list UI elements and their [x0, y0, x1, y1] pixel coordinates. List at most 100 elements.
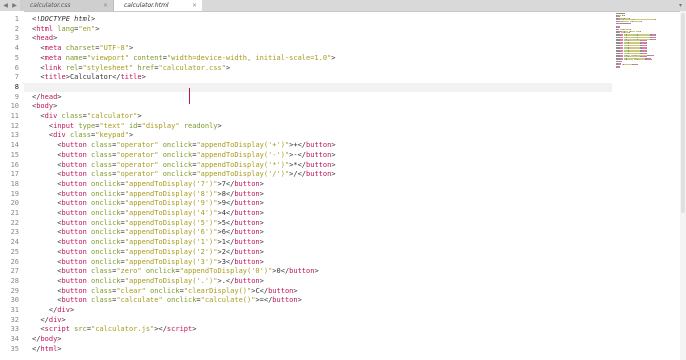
code-token: "text" [99, 121, 125, 130]
code-token: "appendToDisplay('0')" [179, 267, 273, 276]
line-number: 15 [10, 150, 19, 159]
code-token: > [259, 257, 264, 266]
scrollbar-thumb[interactable] [681, 13, 685, 213]
code-line[interactable]: <title>Calculator</title> [32, 73, 145, 83]
close-icon[interactable]: × [192, 0, 197, 11]
code-token: meta [44, 53, 62, 62]
line-number: 9 [14, 92, 19, 101]
code-line[interactable]: <button class="calculate" onclick="calcu… [32, 296, 302, 306]
line-number: 8 [14, 82, 19, 91]
code-line[interactable]: <button class="operator" onclick="append… [32, 150, 335, 161]
code-token: onclick [91, 238, 121, 247]
code-token: button [234, 199, 260, 208]
code-token: class [91, 296, 113, 305]
code-token: onclick [91, 228, 121, 237]
code-line[interactable]: <button class="zero" onclick="appendToDi… [32, 267, 319, 277]
code-line[interactable]: <html lang="en"> [32, 25, 99, 35]
code-line[interactable]: <!DOCTYPE html> [32, 15, 95, 25]
code-token: > [297, 296, 302, 305]
close-icon[interactable]: × [103, 0, 108, 11]
minimap-mark [641, 21, 642, 22]
code-token: < [32, 267, 62, 276]
code-token: "appendToDisplay('1')" [124, 238, 218, 247]
code-line[interactable]: <button onclick="appendToDisplay('8')">8… [32, 190, 264, 200]
code-line[interactable]: <meta name="viewport" content="width=dev… [32, 53, 336, 64]
code-line[interactable]: <div class="keypad"> [32, 131, 133, 141]
minimap-mark [655, 38, 656, 40]
minimap[interactable] [612, 11, 686, 71]
code-token: link [44, 63, 62, 72]
code-line[interactable]: <button onclick="appendToDisplay('3')">3… [32, 258, 264, 268]
code-line[interactable]: </div> [32, 306, 74, 316]
line-number: 33 [10, 325, 19, 334]
code-line[interactable]: </div> [32, 316, 65, 326]
code-line[interactable]: <button onclick="appendToDisplay('4')">4… [32, 209, 264, 219]
code-line[interactable]: <button onclick="appendToDisplay('.')">.… [32, 277, 264, 287]
code-line[interactable]: <script src="calculator.js"></script> [32, 325, 196, 335]
line-number: 19 [10, 189, 19, 198]
code-line[interactable]: <button onclick="appendToDisplay('5')">5… [32, 219, 264, 229]
code-line[interactable]: </html> [32, 345, 62, 355]
code-line[interactable]: <button class="operator" onclick="append… [32, 160, 335, 171]
code-line[interactable]: <div class="calculator"> [32, 112, 141, 122]
code-line[interactable]: <button class="clear" onclick="clearDisp… [32, 287, 297, 297]
code-token: >8</ [217, 189, 235, 198]
code-token: < [32, 112, 45, 120]
vertical-scrollbar[interactable] [680, 11, 686, 360]
code-token: button [61, 179, 87, 188]
code-token: DOCTYPE html [40, 15, 92, 23]
code-token: div [53, 131, 66, 140]
code-line[interactable]: <button onclick="appendToDisplay('9')">9… [32, 199, 264, 209]
code-line[interactable]: </head> [32, 93, 62, 103]
forward-arrow-icon[interactable]: ▶ [11, 1, 18, 10]
code-token: >Calculator</ [65, 73, 121, 82]
code-token: readonly [183, 121, 218, 130]
code-token: onclick [162, 160, 193, 169]
code-token: class [91, 267, 113, 276]
code-line[interactable]: <button onclick="appendToDisplay('7')">7… [32, 180, 264, 190]
line-number: 10 [10, 102, 19, 111]
line-number: 27 [10, 267, 19, 276]
code-token: onclick [145, 267, 176, 276]
tab-dropdown-icon[interactable]: ▾ [679, 0, 682, 11]
code-token: < [32, 44, 45, 53]
code-line[interactable]: <body> [32, 102, 57, 112]
code-token: < [32, 131, 54, 140]
minimap-mark [652, 54, 654, 56]
line-number: 21 [10, 209, 19, 217]
code-token: > [314, 267, 319, 276]
tab-nav: ◀ ▶ [2, 1, 18, 10]
tab-calculator-html[interactable]: calculator.html × [114, 0, 202, 11]
code-line[interactable]: <link rel="stylesheet" href="calculator.… [32, 64, 230, 74]
code-line[interactable]: <input type="text" id="display" readonly… [32, 122, 222, 132]
code-token: onclick [162, 170, 193, 179]
code-token: button [61, 170, 87, 179]
code-line[interactable]: <button class="operator" onclick="append… [32, 170, 335, 180]
code-line[interactable]: <head> [32, 34, 57, 44]
code-token: body [40, 335, 58, 344]
code-line[interactable]: </body> [32, 335, 62, 345]
code-editor[interactable]: 1 2 3 4 5 6 7 8 9 10 11 12 13 14 15 16 17 18 19 20 21 22 23 24 2… [0, 11, 612, 360]
back-arrow-icon[interactable]: ◀ [2, 1, 9, 10]
code-line[interactable]: <meta charset="UTF-8"> [32, 44, 133, 54]
code-token: button [306, 150, 332, 159]
tab-calculator-css[interactable]: calculator.css × [20, 0, 114, 11]
code-token: script [166, 325, 193, 334]
line-number: 16 [10, 160, 19, 169]
code-line[interactable]: <button onclick="appendToDisplay('2')">2… [32, 248, 264, 258]
code-line[interactable]: <button onclick="appendToDisplay('6')">6… [32, 228, 264, 238]
code-line[interactable]: <button class="operator" onclick="append… [32, 141, 335, 151]
line-number-gutter: 1 2 3 4 5 6 7 8 9 10 11 12 13 14 15 16 17 18 19 20 21 22 23 24 2… [0, 11, 24, 360]
code-token: > [331, 53, 336, 62]
code-token: < [32, 228, 62, 237]
code-line[interactable]: <button onclick="appendToDisplay('1')">1… [32, 238, 264, 248]
code-token: > [128, 131, 134, 140]
code-token: > [91, 15, 96, 23]
code-token: > [259, 199, 264, 208]
code-token: >3</ [217, 257, 235, 266]
code-token: "viewport" [86, 53, 129, 62]
code-token: name [65, 53, 83, 62]
code-token: "operator" [116, 150, 159, 159]
minimap-mark [620, 22, 628, 24]
code-token: button [61, 267, 87, 276]
